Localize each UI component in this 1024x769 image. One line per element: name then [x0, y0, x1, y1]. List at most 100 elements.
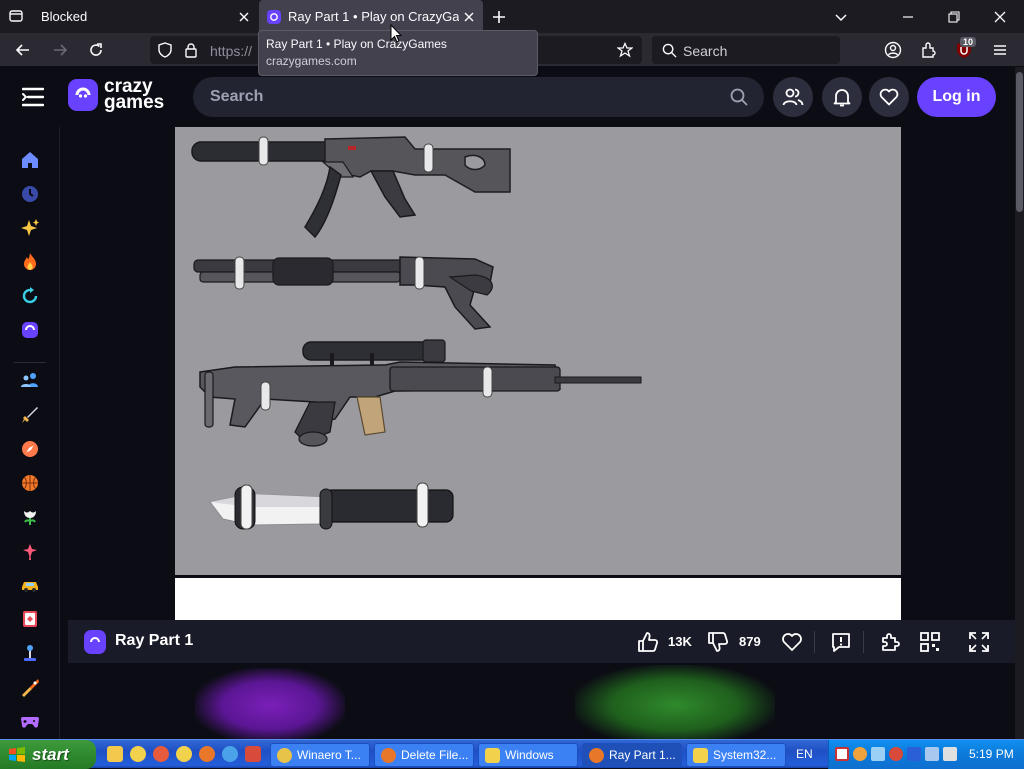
folder-icon	[693, 747, 708, 763]
heart-icon	[879, 88, 899, 106]
controls-button[interactable]	[879, 631, 901, 653]
new-icon[interactable]	[20, 218, 40, 238]
toolbar-divider	[814, 631, 815, 653]
sidebar-divider	[14, 362, 46, 363]
display-icon[interactable]	[925, 747, 939, 761]
dislike-button[interactable]	[707, 631, 729, 653]
search-tray-icon[interactable]	[853, 747, 867, 761]
login-button[interactable]: Log in	[917, 77, 996, 117]
favorite-game-button[interactable]	[781, 631, 803, 653]
report-button[interactable]	[830, 631, 852, 653]
io-icon[interactable]	[20, 643, 40, 663]
fullscreen-button[interactable]	[968, 631, 990, 653]
recent-icon[interactable]	[20, 184, 40, 204]
back-icon[interactable]	[14, 41, 32, 59]
hamburger-menu-icon[interactable]	[21, 87, 45, 107]
qr-code-button[interactable]	[919, 631, 941, 653]
tool-icon[interactable]	[245, 746, 261, 762]
originals-icon[interactable]	[20, 320, 40, 340]
toolbar-divider	[863, 631, 864, 653]
site-search-input[interactable]: Search	[193, 77, 764, 117]
volume-icon[interactable]	[943, 747, 957, 761]
reddit-icon[interactable]	[153, 746, 169, 762]
search-icon[interactable]	[730, 88, 748, 111]
friends-button[interactable]	[773, 77, 813, 117]
bookmark-star-icon[interactable]	[616, 41, 634, 59]
taskbar-window-delete-file[interactable]: Delete File...	[374, 743, 474, 767]
menu-icon[interactable]	[991, 41, 1009, 59]
shotgun-weapon[interactable]	[193, 256, 494, 330]
multiplayer-icon[interactable]	[20, 370, 40, 390]
taskbar-window-label: Winaero T...	[297, 748, 361, 762]
player-icon[interactable]	[176, 746, 192, 762]
thumbs-down-icon	[708, 632, 729, 652]
folder-icon[interactable]	[107, 746, 123, 762]
puzzle-icon	[882, 633, 900, 651]
new-tab-icon[interactable]	[490, 8, 508, 26]
crazygames-logo[interactable]: crazy games	[68, 77, 164, 112]
trending-icon[interactable]	[20, 252, 40, 272]
basketball-icon[interactable]	[20, 473, 40, 493]
home-icon[interactable]	[20, 150, 40, 170]
chevron-down-icon[interactable]	[831, 7, 851, 27]
firefox-icon	[589, 747, 604, 763]
media-icon[interactable]	[130, 746, 146, 762]
notifications-button[interactable]	[822, 77, 862, 117]
shooting-icon[interactable]	[20, 677, 40, 697]
account-icon[interactable]	[884, 41, 902, 59]
sniper-weapon[interactable]	[199, 339, 642, 447]
clicker-icon[interactable]	[20, 541, 40, 561]
shield-icon[interactable]	[156, 41, 174, 59]
thumbs-up-icon	[638, 632, 659, 652]
controller-icon[interactable]	[20, 711, 40, 731]
report-icon	[832, 633, 850, 652]
lock-icon[interactable]	[182, 41, 200, 59]
tab-blocked[interactable]: Blocked	[32, 0, 258, 33]
close-icon[interactable]	[459, 7, 479, 27]
site-header: crazy games Search Log in	[0, 67, 1015, 127]
taskbar-window-label: Delete File...	[401, 748, 469, 762]
browser-tab-bar: Blocked Ray Part 1 • Play on CrazyGames	[0, 0, 1024, 33]
taskbar-window-windows[interactable]: Windows	[478, 743, 578, 767]
minimize-icon[interactable]	[898, 7, 918, 27]
driving-icon[interactable]	[20, 575, 40, 595]
extension-badge: 10	[960, 37, 977, 47]
knife-weapon[interactable]	[209, 482, 454, 530]
start-button[interactable]: start	[0, 740, 96, 769]
reload-icon[interactable]	[87, 41, 105, 59]
firefox-quicklaunch-icon[interactable]	[199, 746, 215, 762]
restore-icon[interactable]	[944, 7, 964, 27]
close-icon[interactable]	[234, 7, 254, 27]
security-shield-icon[interactable]	[835, 747, 849, 761]
taskbar-window-system32[interactable]: System32...	[686, 743, 786, 767]
like-button[interactable]	[637, 631, 659, 653]
game-canvas[interactable]	[175, 127, 901, 575]
start-label: start	[32, 744, 69, 764]
list-all-tabs-icon[interactable]	[8, 8, 24, 24]
action-icon[interactable]	[20, 405, 40, 425]
alert-icon[interactable]	[889, 747, 903, 761]
card-icon[interactable]	[20, 609, 40, 629]
weapon-selection-scene	[191, 136, 642, 530]
tab-ray-part-1[interactable]: Ray Part 1 • Play on CrazyGames	[259, 0, 483, 33]
browser-quicklaunch-icon[interactable]	[222, 746, 238, 762]
tooltip-url: crazygames.com	[266, 54, 357, 68]
favorites-button[interactable]	[869, 77, 909, 117]
network-icon[interactable]	[871, 747, 885, 761]
updated-icon[interactable]	[20, 286, 40, 306]
winaero-icon	[277, 747, 292, 763]
casual-icon[interactable]	[20, 507, 40, 527]
browser-search-bar[interactable]: Search	[652, 36, 840, 64]
taskbar-window-winaero[interactable]: Winaero T...	[270, 743, 370, 767]
smg-weapon[interactable]	[191, 136, 511, 239]
close-window-icon[interactable]	[990, 7, 1010, 27]
taskbar-window-ray-part-1[interactable]: Ray Part 1...	[582, 743, 682, 767]
forward-icon[interactable]	[51, 41, 69, 59]
extensions-icon[interactable]	[920, 41, 938, 59]
scrollbar-thumb[interactable]	[1016, 72, 1023, 212]
clock[interactable]: 5:19 PM	[969, 747, 1014, 761]
adventure-icon[interactable]	[20, 439, 40, 459]
tab-label: Blocked	[41, 9, 88, 24]
keyboard-icon[interactable]	[907, 747, 921, 761]
language-indicator[interactable]: EN	[796, 747, 813, 761]
